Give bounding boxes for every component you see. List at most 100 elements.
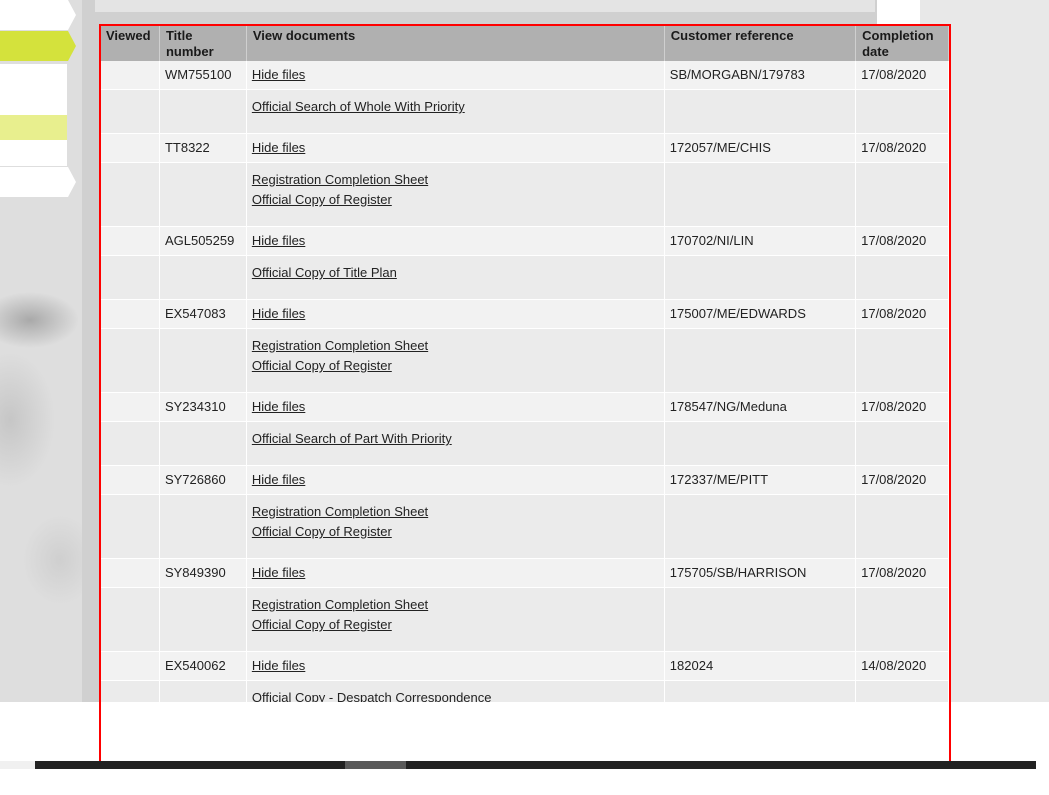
document-list-row: Official Search of Part With Priority bbox=[100, 422, 949, 466]
document-link[interactable]: Registration Completion Sheet bbox=[252, 170, 659, 190]
document-link[interactable]: Registration Completion Sheet bbox=[252, 502, 659, 522]
document-links-cell: Official Search of Whole With Priority bbox=[246, 90, 665, 134]
empty-cell bbox=[856, 256, 949, 300]
title-number-cell: AGL505259 bbox=[159, 227, 247, 256]
table-row: WM755100 Hide files SB/MORGABN/179783 17/08… bbox=[100, 61, 949, 90]
customer-reference-cell: 175007/ME/EDWARDS bbox=[664, 300, 857, 329]
document-list-row: Registration Completion Sheet Official Co… bbox=[100, 495, 949, 559]
document-links-cell: Official Search of Part With Priority bbox=[246, 422, 665, 466]
right-panel-notch bbox=[877, 0, 920, 24]
viewed-cell bbox=[100, 652, 160, 681]
title-number-cell: EX547083 bbox=[159, 300, 247, 329]
document-link[interactable]: Official Search of Whole With Priority bbox=[252, 97, 659, 117]
table-row: EX547083 Hide files 175007/ME/EDWARDS 17/08… bbox=[100, 300, 949, 329]
document-link[interactable]: Official Copy of Register bbox=[252, 615, 659, 635]
applications-table-viewport[interactable]: Viewed Title number View documents Custo… bbox=[100, 25, 949, 702]
completion-date-cell: 17/08/2020 bbox=[856, 300, 949, 329]
hide-files-link[interactable]: Hide files bbox=[252, 231, 659, 251]
table-row: SY234310 Hide files 178547/NG/Meduna 17/08/… bbox=[100, 393, 949, 422]
document-list-row: Registration Completion Sheet Official Co… bbox=[100, 163, 949, 227]
view-documents-cell: Hide files bbox=[246, 227, 665, 256]
empty-cell bbox=[664, 90, 857, 134]
footer-space bbox=[0, 769, 1049, 795]
hide-files-link[interactable]: Hide files bbox=[252, 563, 659, 583]
empty-cell bbox=[664, 681, 857, 702]
empty-cell bbox=[159, 90, 247, 134]
customer-reference-cell: 182024 bbox=[664, 652, 857, 681]
empty-cell bbox=[856, 422, 949, 466]
empty-cell bbox=[159, 681, 247, 702]
customer-reference-cell: 172057/ME/CHIS bbox=[664, 134, 857, 163]
content-frame-top-strip bbox=[95, 0, 875, 12]
document-link[interactable]: Registration Completion Sheet bbox=[252, 595, 659, 615]
document-links-cell: Official Copy of Title Plan bbox=[246, 256, 665, 300]
completion-date-cell: 17/08/2020 bbox=[856, 393, 949, 422]
viewed-cell bbox=[100, 300, 160, 329]
empty-cell bbox=[100, 256, 160, 300]
document-links-cell: Official Copy - Despatch Correspondence bbox=[246, 681, 665, 702]
table-header-row: Viewed Title number View documents Custo… bbox=[100, 25, 949, 61]
view-documents-cell: Hide files bbox=[246, 652, 665, 681]
header-viewed[interactable]: Viewed bbox=[100, 25, 160, 61]
document-links-cell: Registration Completion Sheet Official Co… bbox=[246, 329, 665, 393]
document-link[interactable]: Official Search of Part With Priority bbox=[252, 429, 659, 449]
document-list-row: Official Search of Whole With Priority bbox=[100, 90, 949, 134]
document-link[interactable]: Official Copy - Despatch Correspondence bbox=[252, 688, 659, 702]
empty-cell bbox=[856, 329, 949, 393]
empty-cell bbox=[664, 588, 857, 652]
view-documents-cell: Hide files bbox=[246, 393, 665, 422]
table-row: TT8322 Hide files 172057/ME/CHIS 17/08/2020 bbox=[100, 134, 949, 163]
hide-files-link[interactable]: Hide files bbox=[252, 65, 659, 85]
hide-files-link[interactable]: Hide files bbox=[252, 304, 659, 324]
completion-date-cell: 17/08/2020 bbox=[856, 134, 949, 163]
hide-files-link[interactable]: Hide files bbox=[252, 656, 659, 676]
header-title-number[interactable]: Title number bbox=[159, 25, 247, 61]
header-completion-date[interactable]: Completion date bbox=[856, 25, 949, 61]
completion-date-cell: 17/08/2020 bbox=[856, 559, 949, 588]
nav-tab-top[interactable] bbox=[0, 0, 76, 30]
view-documents-cell: Hide files bbox=[246, 466, 665, 495]
empty-cell bbox=[100, 588, 160, 652]
nav-tab-active[interactable] bbox=[0, 31, 76, 61]
empty-cell bbox=[100, 329, 160, 393]
hide-files-link[interactable]: Hide files bbox=[252, 397, 659, 417]
document-link[interactable]: Official Copy of Register bbox=[252, 190, 659, 210]
empty-cell bbox=[856, 163, 949, 227]
header-customer-reference[interactable]: Customer reference bbox=[664, 25, 857, 61]
view-documents-cell: Hide files bbox=[246, 134, 665, 163]
document-link[interactable]: Official Copy of Register bbox=[252, 356, 659, 376]
title-number-cell: WM755100 bbox=[159, 61, 247, 90]
hide-files-link[interactable]: Hide files bbox=[252, 138, 659, 158]
empty-cell bbox=[159, 588, 247, 652]
table-row: EX540062 Hide files 182024 14/08/2020 bbox=[100, 652, 949, 681]
header-view-documents[interactable]: View documents bbox=[246, 25, 665, 61]
table-row: AGL505259 Hide files 170702/NI/LIN 17/08/20… bbox=[100, 227, 949, 256]
empty-cell bbox=[664, 329, 857, 393]
document-list-row: Official Copy - Despatch Correspondence bbox=[100, 681, 949, 702]
empty-cell bbox=[159, 256, 247, 300]
empty-cell bbox=[664, 256, 857, 300]
title-number-cell: SY726860 bbox=[159, 466, 247, 495]
hide-files-link[interactable]: Hide files bbox=[252, 470, 659, 490]
nav-item-highlighted[interactable] bbox=[0, 115, 67, 140]
document-link[interactable]: Official Copy of Register bbox=[252, 522, 659, 542]
title-number-cell: SY234310 bbox=[159, 393, 247, 422]
customer-reference-cell: 170702/NI/LIN bbox=[664, 227, 857, 256]
empty-cell bbox=[100, 90, 160, 134]
empty-cell bbox=[856, 681, 949, 702]
table-row: SY726860 Hide files 172337/ME/PITT 17/08/20… bbox=[100, 466, 949, 495]
applications-table: Viewed Title number View documents Custo… bbox=[100, 25, 949, 702]
empty-cell bbox=[664, 495, 857, 559]
footer-bar bbox=[35, 761, 1036, 769]
document-link[interactable]: Registration Completion Sheet bbox=[252, 336, 659, 356]
viewed-cell bbox=[100, 466, 160, 495]
empty-cell bbox=[159, 422, 247, 466]
completion-date-cell: 17/08/2020 bbox=[856, 61, 949, 90]
customer-reference-cell: SB/MORGABN/179783 bbox=[664, 61, 857, 90]
nav-tab-lower[interactable] bbox=[0, 167, 76, 197]
document-link[interactable]: Official Copy of Title Plan bbox=[252, 263, 659, 283]
view-documents-cell: Hide files bbox=[246, 61, 665, 90]
document-links-cell: Registration Completion Sheet Official Co… bbox=[246, 495, 665, 559]
viewed-cell bbox=[100, 61, 160, 90]
viewed-cell bbox=[100, 227, 160, 256]
